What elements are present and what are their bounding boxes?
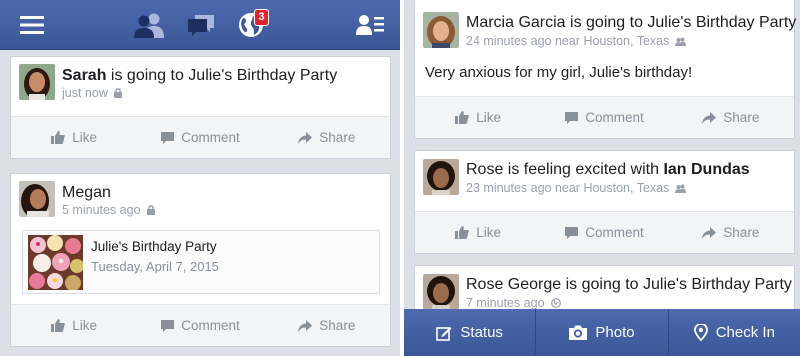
messages-icon[interactable] (186, 12, 216, 38)
timestamp[interactable]: 24 minutes ago near Houston, Texas (466, 34, 669, 48)
story-headline: Megan (62, 184, 111, 202)
feed-story-card: Marcia Garcia is going to Julie's Birthd… (414, 0, 797, 139)
menu-icon[interactable] (20, 12, 44, 38)
comment-icon (161, 319, 175, 332)
thumbs-up-icon (51, 131, 66, 144)
comment-button[interactable]: Comment (137, 117, 263, 158)
share-button[interactable]: Share (668, 212, 794, 253)
author-name[interactable]: Rose (466, 161, 503, 178)
lock-icon (113, 88, 122, 98)
share-arrow-icon (702, 111, 717, 124)
story-meta: 7 minutes ago (466, 296, 561, 310)
story-actions: Like Comment Share (11, 116, 390, 158)
timestamp[interactable]: 23 minutes ago near Houston, Texas (466, 181, 669, 195)
cupcakes-image (28, 235, 83, 290)
author-name[interactable]: Rose George (466, 276, 561, 293)
comment-button[interactable]: Comment (541, 212, 667, 253)
contacts-icon[interactable] (356, 12, 384, 38)
feed-story-card: Rose is feeling excited with Ian Dundas … (414, 150, 795, 254)
friends-small-icon (675, 184, 687, 193)
avatar[interactable] (19, 181, 55, 217)
timestamp[interactable]: 7 minutes ago (466, 296, 545, 310)
event-attachment[interactable]: Julie's Birthday Party Tuesday, April 7,… (22, 230, 380, 294)
event-date: Tuesday, April 7, 2015 (91, 259, 219, 274)
avatar[interactable] (423, 274, 459, 310)
story-meta: 24 minutes ago near Houston, Texas (466, 34, 687, 48)
right-screen: Marcia Garcia is going to Julie's Birthd… (404, 0, 800, 356)
story-body: Very anxious for my girl, Julie's birthd… (425, 64, 693, 81)
feed-story-card: Megan 5 minutes ago Julie's Birthday Par… (10, 173, 391, 347)
author-name[interactable]: Megan (62, 184, 111, 201)
globe-small-icon (550, 298, 561, 308)
story-actions: Like Comment Share (11, 304, 390, 346)
story-meta: 23 minutes ago near Houston, Texas (466, 181, 687, 195)
story-meta: 5 minutes ago (62, 203, 155, 217)
feed-story-card: Sarah is going to Julie's Birthday Party… (10, 56, 391, 159)
comment-button[interactable]: Comment (541, 97, 667, 138)
story-actions: Like Comment Share (415, 211, 794, 253)
comment-button[interactable]: Comment (137, 305, 263, 346)
story-headline: Rose is feeling excited with Ian Dundas (466, 161, 750, 178)
left-screen: 3 Sarah is going to Julie's Birthday Par… (0, 0, 400, 356)
share-arrow-icon (298, 319, 313, 332)
author-name[interactable]: Sarah (62, 67, 106, 84)
lock-icon (146, 205, 155, 215)
comment-icon (161, 131, 175, 144)
status-button[interactable]: Status (404, 309, 537, 356)
tagged-friend[interactable]: Ian Dundas (663, 161, 749, 178)
story-headline: Sarah is going to Julie's Birthday Party (62, 67, 338, 84)
timestamp[interactable]: just now (62, 86, 108, 100)
friends-icon[interactable] (133, 12, 165, 38)
photo-button[interactable]: Photo (536, 309, 669, 356)
bottom-action-bar: Status Photo Check In (404, 309, 800, 356)
check-in-pin-icon (693, 324, 708, 341)
author-name[interactable]: Marcia Garcia (466, 14, 566, 31)
thumbs-up-icon (455, 226, 470, 239)
notification-badge: 3 (254, 9, 269, 26)
share-button[interactable]: Share (668, 97, 794, 138)
like-button[interactable]: Like (11, 305, 137, 346)
like-button[interactable]: Like (11, 117, 137, 158)
story-meta: just now (62, 86, 122, 100)
top-navigation-bar: 3 (0, 0, 400, 50)
share-arrow-icon (702, 226, 717, 239)
comment-icon (565, 111, 579, 124)
avatar[interactable] (423, 159, 459, 195)
story-actions: Like Comment Share (415, 96, 794, 138)
like-button[interactable]: Like (415, 212, 541, 253)
like-button[interactable]: Like (415, 97, 541, 138)
share-button[interactable]: Share (264, 117, 390, 158)
comment-icon (565, 226, 579, 239)
friends-small-icon (675, 37, 687, 46)
avatar[interactable] (423, 12, 459, 48)
story-headline: Rose George is going to Julie's Birthday… (466, 276, 792, 293)
edit-status-icon (436, 326, 452, 341)
share-arrow-icon (298, 131, 313, 144)
event-title[interactable]: Julie's Birthday Party (91, 239, 217, 254)
share-button[interactable]: Share (264, 305, 390, 346)
thumbs-up-icon (51, 319, 66, 332)
avatar[interactable] (19, 64, 55, 100)
check-in-button[interactable]: Check In (669, 309, 800, 356)
story-headline: Marcia Garcia is going to Julie's Birthd… (466, 14, 797, 31)
thumbs-up-icon (455, 111, 470, 124)
camera-icon (569, 325, 588, 340)
timestamp[interactable]: 5 minutes ago (62, 203, 141, 217)
